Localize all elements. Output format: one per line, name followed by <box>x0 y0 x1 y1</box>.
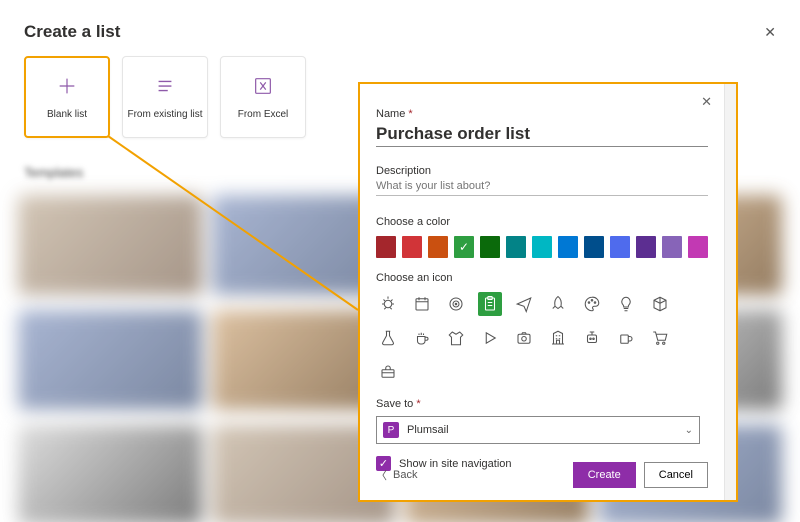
description-label: Description <box>376 165 708 177</box>
building-icon[interactable] <box>546 326 570 350</box>
save-to-value: Plumsail <box>407 424 449 436</box>
color-swatch[interactable] <box>558 236 578 258</box>
save-to-label: Save to <box>376 398 708 410</box>
card-label: From existing list <box>127 109 202 120</box>
card-label: From Excel <box>238 109 289 120</box>
card-label: Blank list <box>47 109 87 120</box>
color-swatches: ✓ <box>376 236 708 258</box>
card-from-excel[interactable]: From Excel <box>220 56 306 138</box>
color-swatch[interactable] <box>506 236 526 258</box>
create-button[interactable]: Create <box>573 462 636 488</box>
name-label: Name <box>376 108 708 120</box>
page-title: Create a list <box>24 22 120 42</box>
card-from-existing[interactable]: From existing list <box>122 56 208 138</box>
chevron-left-icon: 〈 <box>376 467 387 483</box>
calendar-icon[interactable] <box>410 292 434 316</box>
close-icon[interactable]: ✕ <box>764 24 776 41</box>
flask-icon[interactable] <box>376 326 400 350</box>
bug-icon[interactable] <box>376 292 400 316</box>
name-input[interactable] <box>376 120 708 147</box>
choose-icon-label: Choose an icon <box>376 272 708 284</box>
card-blank-list[interactable]: Blank list <box>24 56 110 138</box>
excel-icon <box>252 75 274 97</box>
color-swatch[interactable] <box>480 236 500 258</box>
chevron-down-icon: ⌄ <box>685 425 693 436</box>
color-swatch[interactable] <box>662 236 682 258</box>
plane-icon[interactable] <box>512 292 536 316</box>
cube-icon[interactable] <box>648 292 672 316</box>
back-label: Back <box>393 469 417 481</box>
color-swatch[interactable] <box>688 236 708 258</box>
clipboard-icon[interactable] <box>478 292 502 316</box>
color-swatch[interactable]: ✓ <box>454 236 474 258</box>
templates-heading: Templates <box>24 165 83 180</box>
plus-icon <box>56 75 78 97</box>
icon-grid <box>376 292 696 384</box>
create-list-panel: ✕ Name Description Choose a color ✓ Choo… <box>358 82 738 502</box>
color-swatch[interactable] <box>532 236 552 258</box>
toolbox-icon[interactable] <box>376 360 400 384</box>
save-to-select[interactable]: P Plumsail ⌄ <box>376 416 700 444</box>
list-icon <box>154 75 176 97</box>
color-swatch[interactable] <box>584 236 604 258</box>
choose-color-label: Choose a color <box>376 216 708 228</box>
cancel-button[interactable]: Cancel <box>644 462 708 488</box>
color-swatch[interactable] <box>610 236 630 258</box>
robot-icon[interactable] <box>580 326 604 350</box>
lightbulb-icon[interactable] <box>614 292 638 316</box>
coffee-cup-icon[interactable] <box>410 326 434 350</box>
panel-close-icon[interactable]: ✕ <box>701 94 712 110</box>
play-icon[interactable] <box>478 326 502 350</box>
color-swatch[interactable] <box>402 236 422 258</box>
cart-icon[interactable] <box>648 326 672 350</box>
site-badge: P <box>383 422 399 438</box>
mug-icon[interactable] <box>614 326 638 350</box>
color-swatch[interactable] <box>376 236 396 258</box>
target-icon[interactable] <box>444 292 468 316</box>
description-input[interactable] <box>376 177 708 196</box>
camera-icon[interactable] <box>512 326 536 350</box>
rocket-icon[interactable] <box>546 292 570 316</box>
color-swatch[interactable] <box>636 236 656 258</box>
shirt-icon[interactable] <box>444 326 468 350</box>
palette-icon[interactable] <box>580 292 604 316</box>
panel-scrollbar[interactable] <box>724 84 736 500</box>
color-swatch[interactable] <box>428 236 448 258</box>
back-button[interactable]: 〈 Back <box>376 467 417 483</box>
